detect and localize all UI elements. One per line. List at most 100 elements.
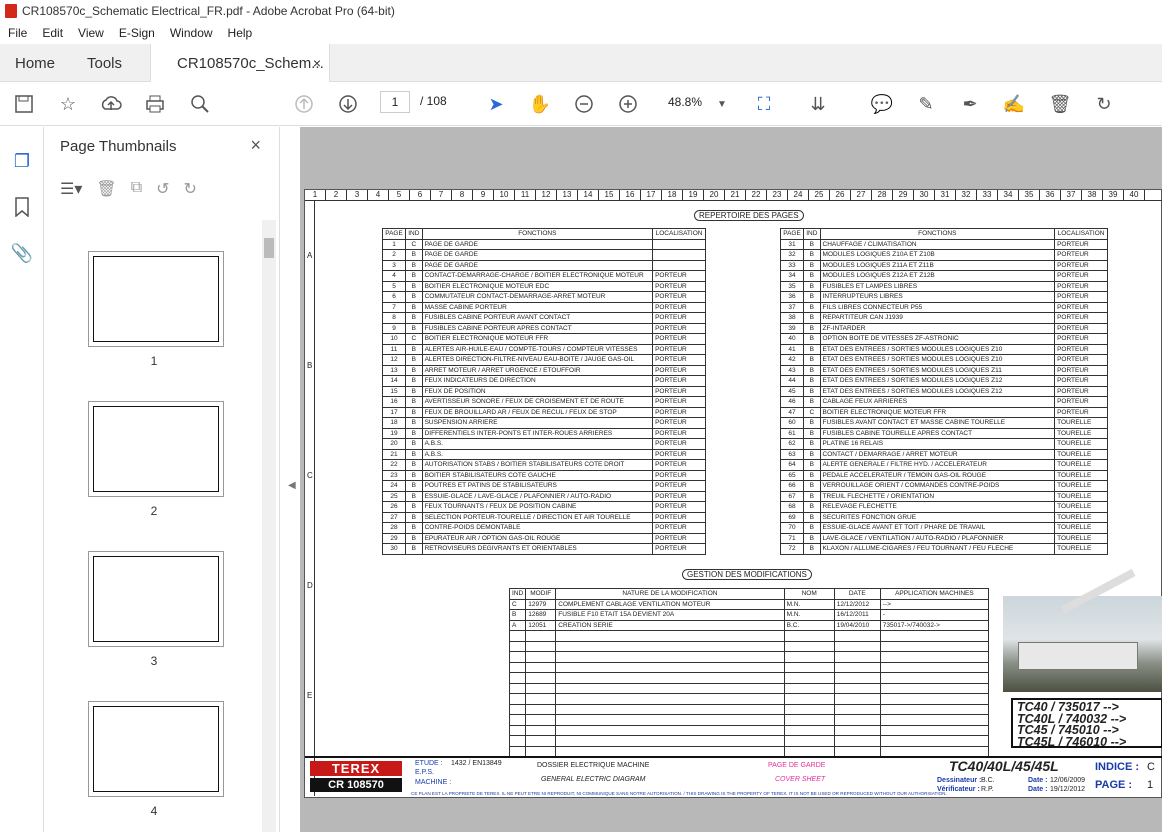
tab-tools[interactable]: Tools [87, 44, 122, 82]
table-cell: 19/04/2010 [833, 619, 881, 631]
table-header-cell: IND [405, 228, 423, 240]
column-number: 8 [452, 190, 473, 200]
modification-row: C 12979 COMPLEMENT CABLAGE VENTILATION MOT… [508, 598, 990, 610]
table-cell: FUSIBLES CABINE PORTEUR APRES CONTACT [421, 322, 654, 334]
zoom-level-input[interactable]: 48.8% [660, 91, 726, 113]
table-cell: 12051 [525, 619, 557, 631]
save-icon[interactable] [12, 92, 36, 116]
table-cell: PLATINE 16 RELAIS [819, 438, 1056, 450]
table-cell: 28 [381, 522, 407, 534]
menu-window[interactable]: Window [170, 26, 213, 40]
thumbnail-page-2[interactable] [88, 401, 224, 497]
table-cell: ETAT DES ENTREES / SORTIES MODULES LOGIQ… [819, 354, 1056, 366]
table-cell: 67 [779, 490, 805, 502]
row-ruler: A B C D E [305, 201, 315, 796]
table-cell: COMMUTATEUR CONTACT-DEMARRAGE-ARRET MOTE… [421, 291, 654, 303]
comment-icon[interactable]: 💬 [870, 92, 894, 116]
zoom-in-icon[interactable] [616, 92, 640, 116]
print-icon[interactable] [143, 92, 167, 116]
thumbnail-options-icon[interactable]: ☰▾ [60, 179, 82, 201]
select-cursor-icon[interactable]: ➤ [484, 92, 508, 116]
thumbnail-page-1[interactable] [88, 251, 224, 347]
upload-cloud-icon[interactable] [99, 92, 123, 116]
table-cell: B [803, 532, 821, 544]
table-cell: 43 [779, 364, 805, 376]
thumbnail-page-3[interactable] [88, 551, 224, 647]
table-cell: PORTEUR [1054, 280, 1108, 292]
table-cell: ETAT DES ENTREES / SORTIES MODULES LOGIQ… [819, 375, 1056, 387]
table-cell: 15 [381, 385, 407, 397]
bookmark-star-icon[interactable]: ☆ [56, 92, 80, 116]
table-cell: FUSIBLES ET LAMPES LIBRES [819, 280, 1056, 292]
column-number: 21 [725, 190, 746, 200]
zoom-out-icon[interactable] [572, 92, 596, 116]
table-cell: B [803, 448, 821, 460]
extract-page-icon[interactable]: ⧉ [131, 179, 142, 201]
fit-page-icon[interactable]: ⛶ [752, 92, 776, 116]
delete-page-icon[interactable]: 🗑 [96, 179, 116, 201]
page-index-row: 26 B FEUX TOURNANTS / FEUX DE POSITION CAB… [381, 501, 706, 513]
highlight-pen-icon[interactable]: ✎ [914, 92, 938, 116]
table-cell: REPARTITEUR CAN J1939 [819, 312, 1056, 324]
table-cell: B [405, 270, 423, 282]
table-cell: PAGE DE GARDE [421, 238, 654, 250]
bookmarks-icon[interactable] [10, 195, 34, 219]
edit-pdf-icon[interactable]: ✍ [1002, 92, 1026, 116]
table-cell: B [803, 333, 821, 345]
table-cell: PORTEUR [652, 385, 706, 397]
menu-esign[interactable]: E-Sign [119, 26, 155, 40]
thumbnail-page-4[interactable] [88, 701, 224, 797]
close-panel-icon[interactable]: × [250, 135, 261, 156]
table-cell: B [405, 396, 423, 408]
next-page-icon[interactable] [336, 92, 360, 116]
delete-trash-icon[interactable]: 🗑 [1048, 92, 1072, 116]
tab-home[interactable]: Home [15, 44, 55, 82]
zoom-search-icon[interactable] [188, 92, 212, 116]
page-thumbnails-icon[interactable]: ❐ [10, 149, 34, 173]
collapse-panel-icon[interactable]: ◀ [288, 480, 296, 491]
table-cell: 29 [381, 532, 407, 544]
page-index-row: 64 B ALERTE GENERALE / FILTRE HYD. / ACCEL… [779, 459, 1108, 471]
thumbnail-scrollbar[interactable] [262, 220, 276, 832]
rotate-cw-icon[interactable]: ↻ [184, 179, 197, 201]
table-cell: PORTEUR [1054, 333, 1108, 345]
table-cell [783, 703, 835, 715]
menu-view[interactable]: View [78, 26, 104, 40]
table-cell: B [803, 511, 821, 523]
page-index-row: 37 B FILS LIBRES CONNECTEUR P55 PORTEUR [779, 301, 1108, 313]
modification-empty-row [508, 661, 990, 673]
page-number-input[interactable]: 1 [380, 91, 410, 113]
column-number: 40 [1124, 190, 1145, 200]
menu-file[interactable]: File [8, 26, 27, 40]
attachments-paperclip-icon[interactable]: 📎 [10, 241, 34, 265]
table-cell: 3 [381, 259, 407, 271]
modification-empty-row [508, 640, 990, 652]
table-cell [508, 745, 527, 757]
table-cell: B [803, 354, 821, 366]
menu-edit[interactable]: Edit [42, 26, 63, 40]
table-cell: PORTEUR [1054, 375, 1108, 387]
table-cell: PORTEUR [652, 469, 706, 481]
column-number: 4 [368, 190, 389, 200]
dossier-label: DOSSIER ELECTRIQUE MACHINE [537, 762, 650, 769]
sign-pen-icon[interactable]: ✒ [958, 92, 982, 116]
table-cell: 12979 [525, 598, 557, 610]
menu-help[interactable]: Help [228, 26, 253, 40]
rotate-ccw-icon[interactable]: ↺ [156, 179, 169, 201]
table-cell: B [508, 609, 527, 621]
table-cell: 18 [381, 417, 407, 429]
modification-empty-row [508, 703, 990, 715]
table-cell: PORTEUR [652, 459, 706, 471]
page-index-row: 60 B FUSIBLES AVANT CONTACT ET MASSE CABIN… [779, 417, 1108, 429]
hand-tool-icon[interactable]: ✋ [528, 92, 552, 116]
scroll-mode-icon[interactable]: ⇊ [806, 92, 830, 116]
prev-page-icon[interactable] [292, 92, 316, 116]
rotate-icon[interactable]: ↻ [1092, 92, 1116, 116]
tab-document[interactable]: CR108570c_Schem... × [150, 44, 330, 82]
page-index-row: 3 B PAGE DE GARDE [381, 259, 706, 271]
table-header-cell: IND [803, 228, 821, 240]
table-cell: 64 [779, 459, 805, 471]
table-cell: B [803, 417, 821, 429]
table-cell: PORTEUR [652, 312, 706, 324]
close-tab-icon[interactable]: × [313, 55, 321, 71]
